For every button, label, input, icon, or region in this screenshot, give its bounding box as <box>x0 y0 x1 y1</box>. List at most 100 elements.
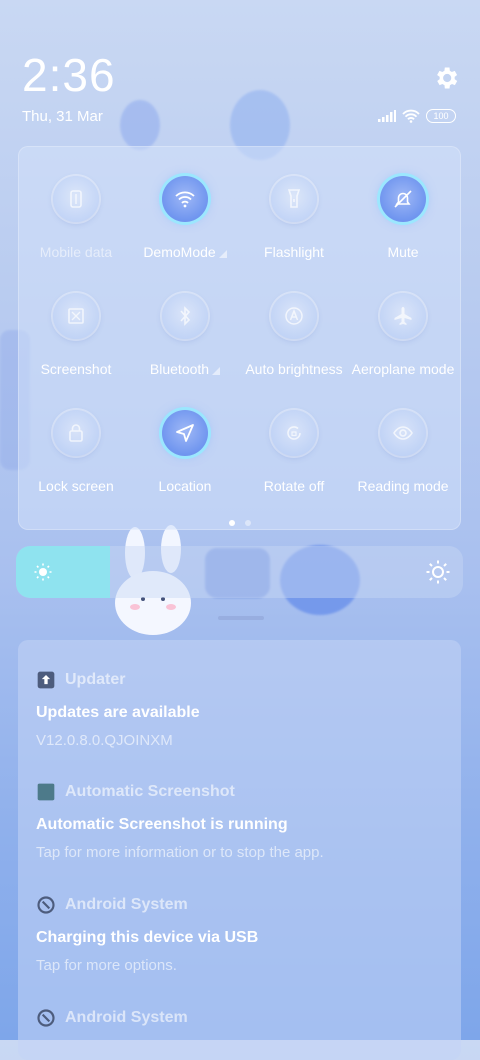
notification-app-name: Automatic Screenshot <box>65 783 235 800</box>
brightness-slider[interactable] <box>16 546 463 598</box>
qs-tile-label-text: Auto brightness <box>245 361 343 377</box>
page-indicator <box>18 520 461 526</box>
qs-tile-mute[interactable]: Mute <box>348 176 458 262</box>
qs-tile-button[interactable] <box>53 293 99 339</box>
qs-tile-button[interactable] <box>271 410 317 456</box>
android-system-icon <box>36 895 56 915</box>
status-icons: 100 <box>378 109 456 123</box>
expand-arrow-icon <box>218 250 227 258</box>
qs-tile-location[interactable]: Location <box>130 410 240 496</box>
qs-tile-button[interactable] <box>380 410 426 456</box>
qs-tile-demomode[interactable]: DemoMode <box>130 176 240 262</box>
notification-text: V12.0.8.0.QJOINXM <box>36 732 173 749</box>
qs-tile-button[interactable] <box>53 176 99 222</box>
page-dot-1[interactable] <box>228 520 235 526</box>
notification-app-header: Updater <box>36 670 446 690</box>
notification-app-header: Android System <box>36 895 446 915</box>
airplane-icon <box>394 307 412 325</box>
notification-app-name: Android System <box>65 896 188 913</box>
qs-tile-button[interactable] <box>162 410 208 456</box>
notification-text: Tap for more options. <box>36 957 177 974</box>
gear-icon <box>437 67 458 89</box>
notification-title: Updates are available <box>36 704 200 721</box>
qs-tile-label-text: Screenshot <box>40 361 112 377</box>
settings-button[interactable] <box>432 64 460 92</box>
drag-handle[interactable] <box>218 616 264 620</box>
qs-tile-label: Bluetooth <box>149 361 221 377</box>
qs-tile-aeroplane-mode[interactable]: Aeroplane mode <box>348 293 458 379</box>
screenshot-icon <box>68 308 84 324</box>
qs-tile-auto-brightness[interactable]: Auto brightness <box>239 293 349 379</box>
notification-panel: Updater Updates are available V12.0.8.0.QJ… <box>18 640 461 1060</box>
mobile-data-icon <box>70 190 82 208</box>
qs-tile-button[interactable] <box>380 176 426 222</box>
qs-tile-label: Mute <box>387 244 418 260</box>
qs-tile-screenshot[interactable]: Screenshot <box>21 293 131 379</box>
qs-tile-label: Auto brightness <box>245 361 342 377</box>
qs-tile-button[interactable] <box>162 293 208 339</box>
notification-item[interactable]: Automatic Screenshot Automatic Screenshot… <box>36 782 446 861</box>
qs-tile-label: Reading mode <box>357 478 448 494</box>
qs-tile-label-text: Lock screen <box>38 478 114 494</box>
notification-item[interactable]: Updater Updates are available V12.0.8.0.QJ… <box>36 670 446 749</box>
qs-tile-label-text: Mobile data <box>39 244 113 260</box>
android-system-icon <box>36 1008 56 1028</box>
qs-tile-label-text: Rotate off <box>263 478 325 494</box>
qs-tile-label-text: Bluetooth <box>149 361 210 377</box>
qs-tile-label-text: Reading mode <box>357 478 449 494</box>
location-icon <box>176 424 194 442</box>
qs-tile-lock-screen[interactable]: Lock screen <box>21 410 131 496</box>
qs-tile-label: Flashlight <box>264 244 324 260</box>
wallpaper-blob <box>120 100 160 150</box>
rotate-lock-icon <box>287 426 301 440</box>
bluetooth-icon <box>180 306 191 326</box>
eye-icon <box>393 426 413 440</box>
qs-tile-label-text: Aeroplane mode <box>351 361 455 377</box>
brightness-level-fill <box>16 546 110 598</box>
qs-tile-label-text: Flashlight <box>264 244 324 260</box>
updater-icon <box>36 670 56 690</box>
notification-app-name: Updater <box>65 671 126 688</box>
qs-tile-label: Rotate off <box>264 478 324 494</box>
lock-icon <box>69 424 83 442</box>
notification-item[interactable]: Android System <box>36 1008 446 1028</box>
wifi-status-icon <box>402 109 420 123</box>
qs-tile-label-text: Mute <box>387 244 419 260</box>
qs-tile-label: DemoMode <box>143 244 227 260</box>
qs-tile-button[interactable] <box>380 293 426 339</box>
qs-tile-flashlight[interactable]: Flashlight <box>239 176 349 262</box>
qs-tile-label: Aeroplane mode <box>352 361 455 377</box>
notification-title: Automatic Screenshot is running <box>36 816 288 833</box>
qs-tile-bluetooth[interactable]: Bluetooth <box>130 293 240 379</box>
mute-bell-icon <box>394 190 412 208</box>
qs-tile-reading-mode[interactable]: Reading mode <box>348 410 458 496</box>
signal-icon <box>378 110 396 122</box>
qs-tile-label: Screenshot <box>41 361 112 377</box>
notification-text: Tap for more information or to stop the … <box>36 844 324 861</box>
app-square-icon <box>36 782 56 802</box>
notification-app-header: Automatic Screenshot <box>36 782 446 802</box>
qs-tile-button[interactable] <box>271 176 317 222</box>
notification-app-header: Android System <box>36 1008 446 1028</box>
qs-tile-label-text: DemoMode <box>143 244 216 260</box>
brightness-high-icon <box>426 560 450 584</box>
page-dot-2[interactable] <box>244 520 251 526</box>
qs-tile-rotate-off[interactable]: Rotate off <box>239 410 349 496</box>
flashlight-icon <box>287 189 301 208</box>
auto-brightness-icon <box>285 307 303 325</box>
brightness-low-icon <box>34 563 52 581</box>
qs-tile-button[interactable] <box>271 293 317 339</box>
qs-tile-mobile-data[interactable]: Mobile data <box>21 176 131 262</box>
wifi-icon <box>175 191 195 208</box>
clock[interactable]: 2:36 <box>22 48 116 102</box>
qs-tile-label: Lock screen <box>38 478 113 494</box>
date[interactable]: Thu, 31 Mar <box>22 108 103 125</box>
notification-item[interactable]: Android System Charging this device via U… <box>36 895 446 974</box>
qs-tile-button[interactable] <box>53 410 99 456</box>
quick-settings-panel: Mobile data DemoMode Flashlight Mute Screens… <box>18 146 461 530</box>
qs-tile-button[interactable] <box>162 176 208 222</box>
notification-app-name: Android System <box>65 1009 188 1026</box>
qs-tile-label: Location <box>159 478 212 494</box>
qs-tile-label-text: Location <box>158 478 212 494</box>
notification-title: Charging this device via USB <box>36 929 259 946</box>
